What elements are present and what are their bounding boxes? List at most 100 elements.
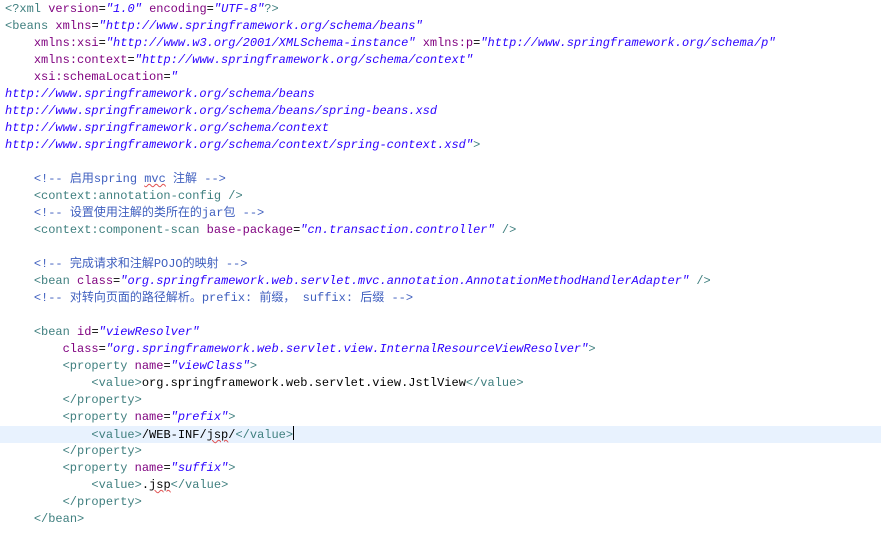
code-line[interactable]: <value>.jsp</value> bbox=[0, 477, 881, 494]
code-token: > bbox=[473, 138, 481, 152]
code-line[interactable]: <!-- 启用spring mvc 注解 --> bbox=[0, 171, 881, 188]
text-cursor bbox=[293, 426, 295, 440]
code-token: encoding bbox=[149, 2, 207, 16]
code-token: "http://www.springframework.org/schema/c… bbox=[134, 53, 474, 67]
code-token: xmlns:xsi bbox=[33, 36, 99, 50]
code-line[interactable]: <property name="viewClass"> bbox=[0, 358, 881, 375]
code-line[interactable]: </bean> bbox=[0, 511, 881, 528]
code-line[interactable] bbox=[0, 307, 881, 324]
code-token: base-package bbox=[206, 223, 294, 237]
code-line[interactable]: <bean id="viewResolver" bbox=[0, 324, 881, 341]
code-token: > bbox=[228, 410, 236, 424]
code-token: " bbox=[170, 70, 178, 84]
code-token: = bbox=[98, 342, 106, 356]
code-token: http://www.springframework.org/schema/co… bbox=[5, 138, 474, 152]
code-token: jsp bbox=[206, 428, 229, 442]
code-token: xsi:schemaLocation bbox=[33, 70, 164, 84]
code-token: </property> bbox=[62, 393, 142, 407]
code-line[interactable]: xmlns:context="http://www.springframewor… bbox=[0, 52, 881, 69]
code-token: > bbox=[249, 359, 258, 373]
code-line[interactable]: xmlns:xsi="http://www.w3.org/2001/XMLSch… bbox=[0, 35, 881, 52]
code-token: </property> bbox=[62, 495, 142, 509]
code-token: = bbox=[91, 325, 99, 339]
code-line[interactable]: <context:annotation-config /> bbox=[0, 188, 881, 205]
code-token: <!-- 启用spring bbox=[33, 172, 145, 186]
code-token: = bbox=[163, 410, 171, 424]
code-line[interactable]: <?xml version="1.0" encoding="UTF-8"?> bbox=[0, 1, 881, 18]
code-line[interactable]: <value>org.springframework.web.servlet.v… bbox=[0, 375, 881, 392]
code-line[interactable]: </property> bbox=[0, 494, 881, 511]
code-token: = bbox=[163, 359, 171, 373]
code-token: > bbox=[588, 342, 596, 356]
code-line[interactable]: xsi:schemaLocation=" bbox=[0, 69, 881, 86]
code-line[interactable] bbox=[0, 154, 881, 171]
code-line[interactable]: http://www.springframework.org/schema/be… bbox=[0, 86, 881, 103]
code-token: "org.springframework.web.servlet.mvc.ann… bbox=[120, 274, 690, 288]
code-token: "UTF-8" bbox=[213, 2, 265, 16]
code-token: <bean bbox=[33, 325, 78, 339]
code-token: mvc bbox=[144, 172, 166, 186]
code-line[interactable]: <context:component-scan base-package="cn… bbox=[0, 222, 881, 239]
code-line[interactable]: </property> bbox=[0, 443, 881, 460]
code-token: jsp bbox=[149, 478, 171, 492]
code-token: <value> bbox=[91, 428, 142, 442]
code-line[interactable]: http://www.springframework.org/schema/co… bbox=[0, 120, 881, 137]
code-token: version bbox=[48, 2, 99, 16]
code-line[interactable]: <property name="suffix"> bbox=[0, 460, 881, 477]
code-token: "cn.transaction.controller" bbox=[300, 223, 495, 237]
code-line[interactable]: <!-- 对转向页面的路径解析。prefix: 前缀， suffix: 后缀 -… bbox=[0, 290, 881, 307]
code-token: </value> bbox=[170, 478, 229, 492]
code-token: </property> bbox=[62, 444, 142, 458]
code-token: name bbox=[134, 359, 164, 373]
code-token: <context:component-scan bbox=[33, 223, 207, 237]
code-token: org.springframework.web.servlet.view.Jst… bbox=[141, 376, 466, 390]
code-line[interactable]: <beans xmlns="http://www.springframework… bbox=[0, 18, 881, 35]
code-token: = bbox=[98, 2, 106, 16]
code-line[interactable]: <!-- 设置使用注解的类所在的jar包 --> bbox=[0, 205, 881, 222]
code-line[interactable]: <!-- 完成请求和注解POJO的映射 --> bbox=[0, 256, 881, 273]
code-token: = bbox=[127, 53, 135, 67]
code-token: "prefix" bbox=[170, 410, 229, 424]
code-line[interactable]: class="org.springframework.web.servlet.v… bbox=[0, 341, 881, 358]
code-token: = bbox=[98, 36, 106, 50]
code-token: name bbox=[134, 461, 164, 475]
xml-editor[interactable]: <?xml version="1.0" encoding="UTF-8"?> <b… bbox=[0, 0, 881, 537]
code-token: <property bbox=[62, 461, 135, 475]
code-line[interactable]: http://www.springframework.org/schema/co… bbox=[0, 137, 881, 154]
code-line[interactable]: </property> bbox=[0, 392, 881, 409]
code-token: <value> bbox=[91, 376, 142, 390]
code-token: <property bbox=[62, 359, 135, 373]
code-token: . bbox=[141, 478, 150, 492]
code-line[interactable]: <bean class="org.springframework.web.ser… bbox=[0, 273, 881, 290]
code-token: "http://www.w3.org/2001/XMLSchema-instan… bbox=[105, 36, 416, 50]
code-line[interactable]: <property name="prefix"> bbox=[0, 409, 881, 426]
code-token: id bbox=[77, 325, 92, 339]
code-token: /> bbox=[494, 223, 517, 237]
code-token: <?xml bbox=[5, 2, 49, 16]
code-line[interactable]: http://www.springframework.org/schema/be… bbox=[0, 103, 881, 120]
code-token: = bbox=[163, 70, 171, 84]
code-line[interactable] bbox=[0, 239, 881, 256]
code-line[interactable]: <value>/WEB-INF/jsp/</value> bbox=[0, 426, 881, 443]
code-token: "http://www.springframework.org/schema/b… bbox=[98, 19, 423, 33]
code-token: "http://www.springframework.org/schema/p… bbox=[480, 36, 776, 50]
code-token: </value> bbox=[235, 428, 294, 442]
code-token: <!-- 完成请求和注解POJO的映射 --> bbox=[33, 257, 248, 271]
